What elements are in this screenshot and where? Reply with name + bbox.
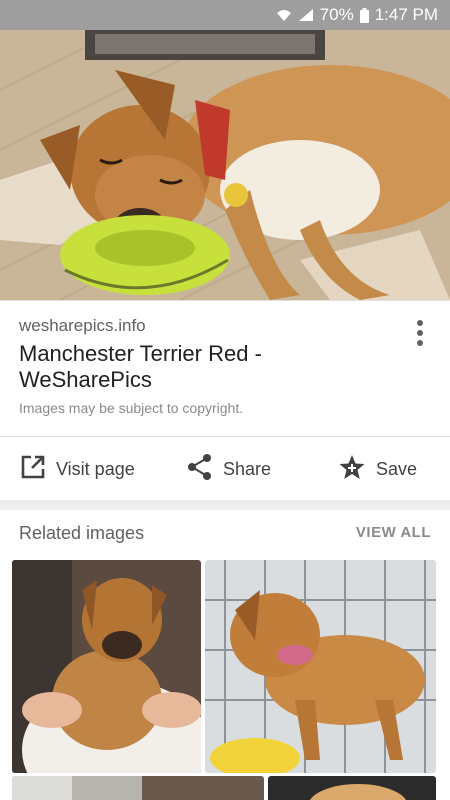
- related-images-heading: Related images: [19, 523, 145, 543]
- result-title[interactable]: Manchester Terrier Red - WeSharePics: [19, 341, 379, 393]
- signal-icon: [298, 8, 314, 22]
- clock: 1:47 PM: [374, 5, 438, 24]
- view-all-button[interactable]: VIEW ALL: [356, 524, 431, 541]
- action-bar: Visit page Share Save: [0, 436, 450, 500]
- related-images-section: Related images VIEW ALL: [0, 510, 450, 800]
- wifi-icon: [276, 8, 292, 22]
- related-image-thumbnail[interactable]: [205, 560, 436, 773]
- battery-icon: [359, 7, 369, 23]
- save-label: Save: [376, 458, 418, 479]
- open-in-new-icon: [20, 454, 46, 485]
- copyright-notice: Images may be subject to copyright.: [19, 400, 244, 416]
- source-domain[interactable]: wesharepics.info: [19, 316, 146, 336]
- share-label: Share: [223, 458, 272, 479]
- dot: [417, 340, 423, 346]
- more-options-icon[interactable]: [408, 317, 432, 349]
- share-icon: [187, 453, 213, 486]
- battery-level: 70%: [319, 5, 354, 24]
- save-button[interactable]: Save: [338, 437, 417, 501]
- related-image-thumbnail[interactable]: [268, 776, 436, 800]
- star-plus-icon: [338, 453, 366, 486]
- section-divider: [0, 500, 450, 510]
- share-button[interactable]: Share: [187, 437, 271, 501]
- dot: [417, 330, 423, 336]
- related-image-thumbnail[interactable]: [12, 560, 201, 773]
- hero-image[interactable]: [0, 30, 450, 300]
- visit-page-label: Visit page: [56, 458, 135, 479]
- status-bar: 70% 1:47 PM: [0, 0, 450, 30]
- visit-page-button[interactable]: Visit page: [20, 437, 135, 501]
- dot: [417, 320, 423, 326]
- result-info-card: wesharepics.info Manchester Terrier Red …: [0, 300, 450, 436]
- related-image-thumbnail[interactable]: [12, 776, 264, 800]
